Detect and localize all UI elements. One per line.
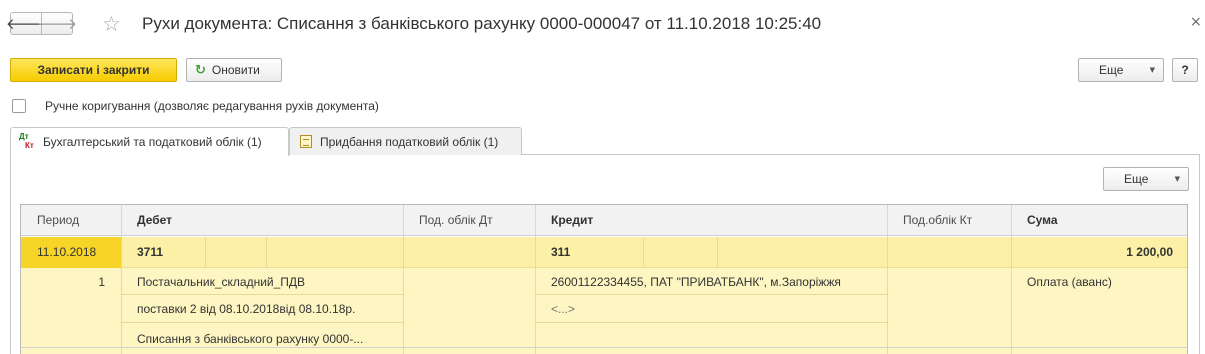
grid-more-button[interactable]: Еще ▼ — [1103, 167, 1189, 191]
debit-account[interactable]: 3711 — [137, 245, 163, 259]
more-actions-button[interactable]: Еще ▼ — [1078, 58, 1164, 82]
column-header-amount[interactable]: Сума — [1027, 205, 1058, 236]
save-and-close-button[interactable]: Записати і закрити — [10, 58, 177, 82]
column-separator — [535, 205, 536, 354]
manual-edit-label[interactable]: Ручне коригування (дозволяє редагування … — [45, 99, 379, 113]
credit-subconto-1[interactable]: 26001122334455, ПАТ "ПРИВАТБАНК", м.Запо… — [551, 275, 885, 289]
chevron-down-icon: ▼ — [1174, 175, 1180, 183]
tab-accounting[interactable]: Дт Кт Бухгалтерський та податковий облік… — [10, 127, 289, 156]
subconto-divider — [535, 294, 887, 295]
credit-subconto-2[interactable]: <...> — [551, 302, 885, 316]
chevron-down-icon: ▼ — [1149, 66, 1155, 74]
column-header-credit[interactable]: Кредит — [551, 205, 593, 236]
subconto-divider — [121, 322, 403, 323]
forward-button[interactable]: 🡒 — [37, 12, 77, 35]
subconto-separator — [266, 237, 267, 268]
star-icon[interactable]: ☆ — [102, 12, 121, 36]
refresh-button[interactable]: ↻ Оновити — [186, 58, 282, 82]
more-actions-label: Еще — [1099, 63, 1124, 77]
column-header-period[interactable]: Период — [37, 205, 79, 236]
content-value[interactable]: Оплата (аванс) — [1027, 275, 1187, 289]
subconto-separator — [205, 237, 206, 268]
debit-subconto-3[interactable]: Списання з банківського рахунку 0000-... — [137, 332, 399, 346]
grid-more-label: Еще — [1124, 172, 1149, 186]
subconto-divider — [535, 322, 887, 323]
subconto-separator — [717, 237, 718, 268]
column-header-sub-credit[interactable]: Под.облік Кт — [903, 205, 972, 236]
column-separator — [887, 205, 888, 354]
page-title: Рухи документа: Списання з банківського … — [142, 14, 822, 33]
refresh-icon: ↻ — [195, 62, 206, 78]
help-button[interactable]: ? — [1172, 58, 1198, 82]
document-icon — [300, 135, 312, 148]
tab-purchase-tax-label: Придбання податковий облік (1) — [320, 134, 499, 149]
column-header-debit[interactable]: Дебет — [137, 205, 172, 236]
debit-subconto-2[interactable]: поставки 2 від 08.10.2018від 08.10.18р. — [137, 302, 399, 316]
close-icon[interactable]: × — [1190, 14, 1202, 30]
column-separator — [403, 205, 404, 354]
period-value[interactable]: 11.10.2018 — [37, 245, 96, 259]
tab-accounting-label: Бухгалтерський та податковий облік (1) — [43, 135, 262, 149]
grid-bottom-border — [20, 347, 1188, 348]
refresh-label: Оновити — [211, 63, 260, 77]
manual-edit-checkbox[interactable] — [12, 99, 26, 113]
table-header: Период Дебет Под. облік Дт Кредит Под.об… — [21, 205, 1187, 236]
debit-subconto-1[interactable]: Постачальник_складний_ПДВ — [137, 275, 399, 289]
dt-kt-icon: Дт Кт — [19, 132, 34, 150]
column-separator — [1011, 205, 1012, 354]
movements-table[interactable]: Период Дебет Под. облік Дт Кредит Под.об… — [20, 204, 1188, 354]
subconto-divider — [121, 294, 403, 295]
column-header-sub-debit[interactable]: Под. облік Дт — [419, 205, 493, 236]
arrow-right-icon: 🡒 — [36, 15, 78, 33]
amount-value[interactable]: 1 200,00 — [1011, 245, 1173, 259]
subconto-separator — [643, 237, 644, 268]
credit-account[interactable]: 311 — [551, 245, 570, 259]
line-number: 1 — [98, 275, 105, 289]
save-and-close-label: Записати і закрити — [37, 63, 150, 77]
column-separator — [121, 205, 122, 354]
help-label: ? — [1181, 63, 1189, 77]
tab-purchase-tax[interactable]: Придбання податковий облік (1) — [289, 127, 522, 155]
